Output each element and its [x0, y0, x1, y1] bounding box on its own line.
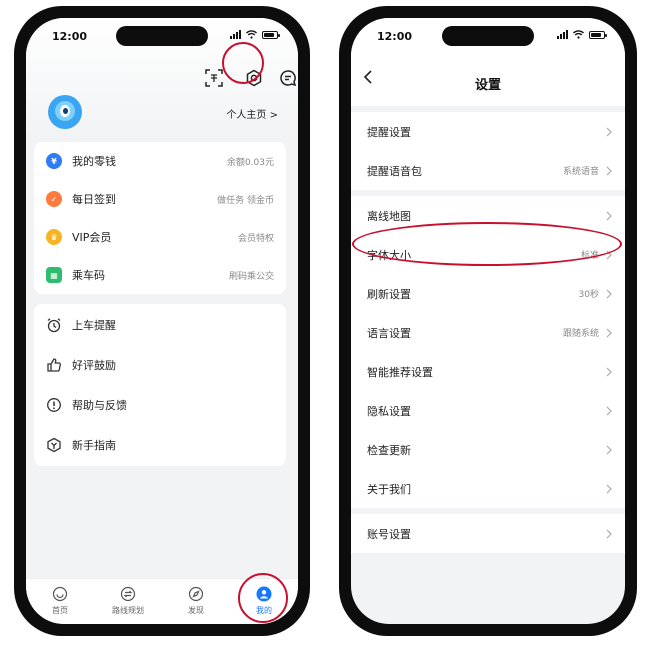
- settings-item-offline-map[interactable]: 离线地图: [351, 196, 625, 235]
- help-icon: [47, 398, 61, 412]
- profile-link[interactable]: 个人主页 >: [226, 106, 278, 121]
- settings-group-account: 账号设置: [351, 514, 625, 553]
- chevron-right-icon: [606, 211, 612, 220]
- phone-frame-right: 12:00 设置 提醒设置 提醒语音包 系统语音 离线地图 字体大小 标准 刷新…: [339, 6, 637, 636]
- menu-item-help-feedback[interactable]: 帮助与反馈: [34, 386, 286, 424]
- bus-code-icon: ▦: [46, 267, 62, 283]
- menu-item-wallet[interactable]: ¥ 我的零钱 余额0.03元: [34, 142, 286, 180]
- chevron-right-icon: [606, 367, 612, 376]
- screen-settings: 12:00 设置 提醒设置 提醒语音包 系统语音 离线地图 字体大小 标准 刷新…: [351, 18, 625, 624]
- status-time: 12:00: [52, 30, 88, 43]
- tab-mine[interactable]: 我的: [230, 579, 298, 624]
- wifi-icon: [246, 30, 257, 39]
- screen-my-page: 12:00 个人主页 > ¥ 我的零钱 余额0.03元 ✓ 每日签到 做任务 领…: [26, 18, 298, 624]
- battery-icon: [589, 30, 607, 39]
- settings-item-language[interactable]: 语言设置 跟随系统: [351, 313, 625, 352]
- thumbs-up-icon: [47, 358, 61, 372]
- chevron-right-icon: [606, 250, 612, 259]
- tab-route-planning[interactable]: 路线规划: [94, 579, 162, 624]
- menu-item-boarding-reminder[interactable]: 上车提醒: [34, 306, 286, 344]
- menu-item-checkin[interactable]: ✓ 每日签到 做任务 领金币: [34, 180, 286, 218]
- guide-icon: [47, 437, 61, 453]
- chevron-right-icon: [606, 406, 612, 415]
- settings-item-refresh[interactable]: 刷新设置 30秒: [351, 274, 625, 313]
- message-icon[interactable]: [278, 68, 298, 88]
- settings-item-font-size[interactable]: 字体大小 标准: [351, 235, 625, 274]
- nav-bar: 设置: [351, 54, 625, 106]
- settings-group-general: 离线地图 字体大小 标准 刷新设置 30秒 语言设置 跟随系统 智能推荐设置 隐…: [351, 196, 625, 508]
- menu-item-bus-code[interactable]: ▦ 乘车码 刷码乘公交: [34, 256, 286, 294]
- checkin-icon: ✓: [46, 191, 62, 207]
- compass-icon: [188, 586, 204, 602]
- system-icons: [230, 30, 280, 39]
- settings-gear-icon[interactable]: [244, 68, 264, 88]
- status-bar: 12:00: [26, 18, 298, 54]
- alarm-clock-icon: [47, 318, 61, 333]
- menu-item-beginner-guide[interactable]: 新手指南: [34, 426, 286, 464]
- chevron-right-icon: [606, 127, 612, 136]
- vip-crown-icon: ♛: [46, 229, 62, 245]
- page-title: 设置: [474, 78, 501, 93]
- bottom-tab-bar: 首页 路线规划 发现 我的: [26, 578, 298, 624]
- settings-group-reminder: 提醒设置 提醒语音包 系统语音: [351, 112, 625, 190]
- scan-icon[interactable]: [204, 68, 224, 88]
- settings-item-privacy[interactable]: 隐私设置: [351, 391, 625, 430]
- dynamic-island: [442, 26, 534, 46]
- settings-item-reminder[interactable]: 提醒设置: [351, 112, 625, 151]
- phone-frame-left: 12:00 个人主页 > ¥ 我的零钱 余额0.03元 ✓ 每日签到 做任务 领…: [14, 6, 310, 636]
- avatar[interactable]: [48, 95, 82, 129]
- tab-home[interactable]: 首页: [26, 579, 94, 624]
- chevron-right-icon: [606, 289, 612, 298]
- wallet-icon: ¥: [46, 153, 62, 169]
- battery-icon: [262, 30, 280, 39]
- signal-icon: [557, 30, 568, 39]
- menu-item-rate-us[interactable]: 好评鼓励: [34, 346, 286, 384]
- assets-card: ¥ 我的零钱 余额0.03元 ✓ 每日签到 做任务 领金币 ♛ VIP会员 会员…: [34, 142, 286, 294]
- signal-icon: [230, 30, 241, 39]
- settings-item-smart-recommend[interactable]: 智能推荐设置: [351, 352, 625, 391]
- settings-item-voice-pack[interactable]: 提醒语音包 系统语音: [351, 151, 625, 190]
- settings-item-account[interactable]: 账号设置: [351, 514, 625, 553]
- dynamic-island: [116, 26, 208, 46]
- chevron-right-icon: [606, 445, 612, 454]
- chevron-right-icon: [606, 484, 612, 493]
- settings-item-check-update[interactable]: 检查更新: [351, 430, 625, 469]
- settings-item-about[interactable]: 关于我们: [351, 469, 625, 508]
- chevron-right-icon: [606, 328, 612, 337]
- status-bar: 12:00: [351, 18, 625, 54]
- chevron-right-icon: [606, 166, 612, 175]
- tab-discover[interactable]: 发现: [162, 579, 230, 624]
- route-icon: [120, 586, 136, 602]
- menu-item-vip[interactable]: ♛ VIP会员 会员特权: [34, 218, 286, 256]
- user-icon: [256, 586, 272, 602]
- home-smile-icon: [52, 586, 68, 602]
- status-time: 12:00: [377, 30, 413, 43]
- chevron-right-icon: [606, 529, 612, 538]
- wifi-icon: [573, 30, 584, 39]
- functions-card: 上车提醒 好评鼓励 帮助与反馈 新手指南: [34, 304, 286, 466]
- system-icons: [557, 30, 607, 39]
